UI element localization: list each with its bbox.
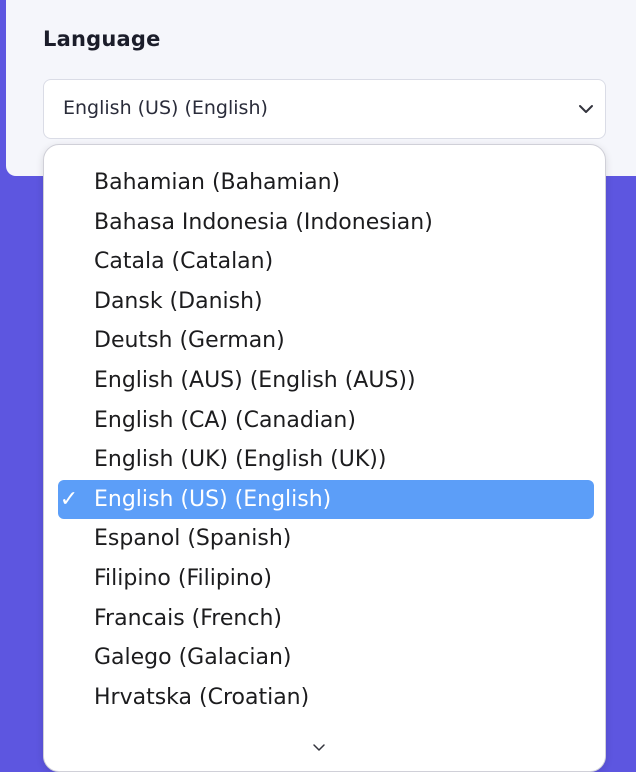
language-select[interactable]: English (US) (English) bbox=[43, 79, 606, 139]
language-option-label: Catala (Catalan) bbox=[94, 249, 274, 275]
language-option-label: Espanol (Spanish) bbox=[94, 526, 292, 552]
language-option-label: Bahamian (Bahamian) bbox=[94, 170, 341, 195]
chevron-down-icon bbox=[579, 105, 593, 113]
language-option[interactable]: ✓Catala (Catalan) bbox=[58, 242, 594, 282]
language-option[interactable]: ✓English (UK) (English (UK)) bbox=[58, 440, 594, 480]
language-option-label: Dansk (Danish) bbox=[94, 288, 263, 314]
language-option-label: Galego (Galacian) bbox=[94, 645, 292, 671]
language-option[interactable]: ✓ English (US) (English) bbox=[58, 479, 594, 520]
language-option[interactable]: ✓Francais (French) bbox=[58, 599, 594, 639]
checkmark-icon: ✓ bbox=[59, 486, 79, 512]
language-option-label: Deutsh (German) bbox=[94, 328, 285, 354]
language-option-label: Francais (French) bbox=[94, 605, 282, 631]
language-option-label: English (UK) (English (UK)) bbox=[94, 447, 387, 473]
language-option[interactable]: ✓Filipino (Filipino) bbox=[58, 559, 594, 599]
language-option[interactable]: ✓Dansk (Danish) bbox=[58, 282, 594, 322]
language-option-label: English (CA) (Canadian) bbox=[94, 407, 356, 433]
language-option-label: English (AUS) (English (AUS)) bbox=[94, 367, 416, 393]
language-option[interactable]: ✓Bahasa Indonesia (Indonesian) bbox=[58, 203, 594, 243]
language-option[interactable]: ✓English (CA) (Canadian) bbox=[58, 401, 594, 441]
language-option[interactable]: ✓English (AUS) (English (AUS)) bbox=[58, 361, 594, 401]
language-option-label: Filipino (Filipino) bbox=[94, 565, 272, 591]
language-option[interactable]: ✓Bahamian (Bahamian) bbox=[58, 163, 594, 203]
language-option-label: Hrvatska (Croatian) bbox=[94, 684, 310, 710]
language-option-list: ✓Bahamian (Bahamian) ✓Bahasa Indonesia (… bbox=[58, 163, 594, 717]
scroll-down-chevron-icon[interactable] bbox=[312, 742, 326, 752]
language-option[interactable]: ✓Galego (Galacian) bbox=[58, 638, 594, 678]
language-label: Language bbox=[43, 27, 161, 51]
language-dropdown-menu: ✓Bahamian (Bahamian) ✓Bahasa Indonesia (… bbox=[43, 144, 606, 772]
language-option[interactable]: ✓Espanol (Spanish) bbox=[58, 519, 594, 559]
language-option-label: Bahasa Indonesia (Indonesian) bbox=[94, 209, 433, 235]
language-option-label: English (US) (English) bbox=[94, 486, 332, 512]
language-option[interactable]: ✓Hrvatska (Croatian) bbox=[58, 678, 594, 718]
language-option[interactable]: ✓Deutsh (German) bbox=[58, 321, 594, 361]
language-select-value: English (US) (English) bbox=[63, 97, 268, 119]
